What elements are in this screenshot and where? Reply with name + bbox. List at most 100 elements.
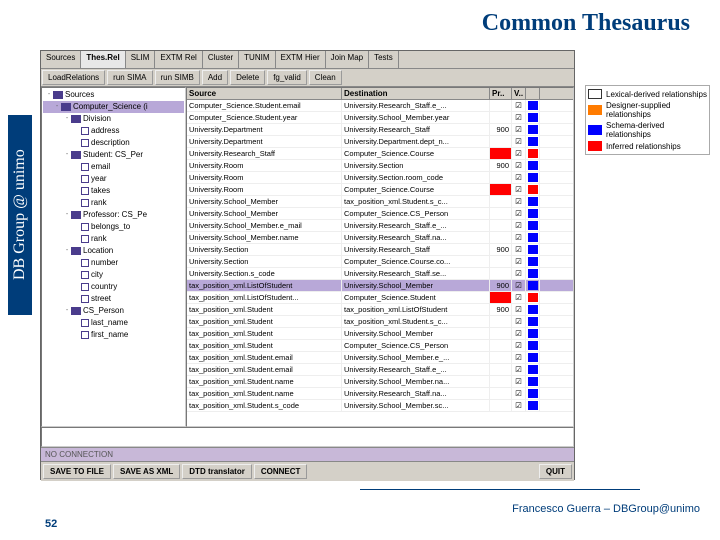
tab-cluster[interactable]: Cluster [203,51,239,68]
table-row[interactable]: University.RoomUniversity.Section900☑ [187,160,573,172]
tree-handle-icon[interactable]: - [63,113,71,125]
tree-handle-icon[interactable]: - [63,245,71,257]
table-row[interactable]: tax_position_xml.Studenttax_position_xml… [187,304,573,316]
cell-valid-checkbox[interactable]: ☑ [512,388,526,399]
button-savetofile[interactable]: SAVE TO FILE [43,464,111,479]
table-row[interactable]: University.DepartmentUniversity.Research… [187,124,573,136]
cell-valid-checkbox[interactable]: ☑ [512,352,526,363]
cell-valid-checkbox[interactable]: ☑ [512,376,526,387]
table-row[interactable]: University.School_Member.e_mailUniversit… [187,220,573,232]
cell-valid-checkbox[interactable]: ☑ [512,136,526,147]
col-source[interactable]: Source [187,88,342,99]
toolbar-delete[interactable]: Delete [230,70,265,85]
quit-button[interactable]: QUIT [539,464,572,479]
table-row[interactable]: University.RoomUniversity.Section.room_c… [187,172,573,184]
tree-item[interactable]: -Sources [43,89,184,101]
table-row[interactable]: University.School_MemberComputer_Science… [187,208,573,220]
tree-item[interactable]: country [43,281,184,293]
table-row[interactable]: tax_position_xml.Student.emailUniversity… [187,364,573,376]
cell-valid-checkbox[interactable]: ☑ [512,148,526,159]
cell-valid-checkbox[interactable]: ☑ [512,280,526,291]
tree-item[interactable]: rank [43,233,184,245]
button-saveasxml[interactable]: SAVE AS XML [113,464,180,479]
tree-handle-icon[interactable]: - [53,101,61,113]
cell-valid-checkbox[interactable]: ☑ [512,292,526,303]
tab-thesrel[interactable]: Thes.Rel [81,51,125,68]
source-tree[interactable]: -Sources-Computer_Science (i-Divisionadd… [41,87,186,427]
tree-item[interactable]: -Student: CS_Per [43,149,184,161]
cell-valid-checkbox[interactable]: ☑ [512,196,526,207]
table-row[interactable]: University.Section.s_codeUniversity.Rese… [187,268,573,280]
tab-tests[interactable]: Tests [369,51,399,68]
col-valid[interactable]: V.. [512,88,526,99]
tree-item[interactable]: year [43,173,184,185]
toolbar-clean[interactable]: Clean [309,70,342,85]
toolbar-runsimb[interactable]: run SIMB [155,70,200,85]
cell-valid-checkbox[interactable]: ☑ [512,340,526,351]
cell-valid-checkbox[interactable]: ☑ [512,208,526,219]
tree-item[interactable]: address [43,125,184,137]
tree-item[interactable]: description [43,137,184,149]
cell-valid-checkbox[interactable]: ☑ [512,304,526,315]
tree-handle-icon[interactable]: - [63,209,71,221]
col-destination[interactable]: Destination [342,88,490,99]
table-row[interactable]: University.Research_StaffComputer_Scienc… [187,148,573,160]
cell-valid-checkbox[interactable]: ☑ [512,256,526,267]
button-dtdtranslator[interactable]: DTD translator [182,464,252,479]
cell-valid-checkbox[interactable]: ☑ [512,316,526,327]
col-priority[interactable]: Pr.. [490,88,512,99]
cell-valid-checkbox[interactable]: ☑ [512,220,526,231]
table-row[interactable]: tax_position_xml.Student.nameUniversity.… [187,376,573,388]
tree-item[interactable]: -CS_Person [43,305,184,317]
cell-valid-checkbox[interactable]: ☑ [512,232,526,243]
toolbar-add[interactable]: Add [202,70,228,85]
table-row[interactable]: University.SectionComputer_Science.Cours… [187,256,573,268]
tree-item[interactable]: -Professor: CS_Pe [43,209,184,221]
tree-item[interactable]: belongs_to [43,221,184,233]
table-row[interactable]: tax_position_xml.Student.nameUniversity.… [187,388,573,400]
relations-grid[interactable]: Source Destination Pr.. V.. Computer_Sci… [186,87,574,427]
table-row[interactable]: University.DepartmentUniversity.Departme… [187,136,573,148]
tree-item[interactable]: first_name [43,329,184,341]
tree-item[interactable]: number [43,257,184,269]
tree-item[interactable]: email [43,161,184,173]
table-row[interactable]: Computer_Science.Student.yearUniversity.… [187,112,573,124]
table-row[interactable]: University.School_Member.nameUniversity.… [187,232,573,244]
cell-valid-checkbox[interactable]: ☑ [512,112,526,123]
tree-item[interactable]: city [43,269,184,281]
tab-joinmap[interactable]: Join Map [326,51,369,68]
tab-tunim[interactable]: TUNIM [239,51,275,68]
table-row[interactable]: tax_position_xml.Student.s_codeUniversit… [187,400,573,412]
tree-item[interactable]: street [43,293,184,305]
table-row[interactable]: tax_position_xml.Studenttax_position_xml… [187,316,573,328]
cell-valid-checkbox[interactable]: ☑ [512,160,526,171]
cell-valid-checkbox[interactable]: ☑ [512,364,526,375]
cell-valid-checkbox[interactable]: ☑ [512,244,526,255]
cell-valid-checkbox[interactable]: ☑ [512,400,526,411]
cell-valid-checkbox[interactable]: ☑ [512,124,526,135]
tree-item[interactable]: -Location [43,245,184,257]
tree-item[interactable]: last_name [43,317,184,329]
tab-sources[interactable]: Sources [41,51,81,68]
toolbar-runsima[interactable]: run SIMA [107,70,152,85]
table-row[interactable]: tax_position_xml.ListOfStudent...Compute… [187,292,573,304]
button-connect[interactable]: CONNECT [254,464,308,479]
table-row[interactable]: tax_position_xml.Student.emailUniversity… [187,352,573,364]
tree-handle-icon[interactable]: - [63,305,71,317]
tree-item[interactable]: -Computer_Science (i [43,101,184,113]
tree-item[interactable]: -Division [43,113,184,125]
tree-handle-icon[interactable]: - [45,89,53,101]
table-row[interactable]: University.RoomComputer_Science.Course☑ [187,184,573,196]
tab-extmrel[interactable]: EXTM Rel [155,51,202,68]
tree-item[interactable]: takes [43,185,184,197]
cell-valid-checkbox[interactable]: ☑ [512,268,526,279]
cell-valid-checkbox[interactable]: ☑ [512,100,526,111]
table-row[interactable]: tax_position_xml.ListOfStudentUniversity… [187,280,573,292]
table-row[interactable]: Computer_Science.Student.emailUniversity… [187,100,573,112]
tab-extmhier[interactable]: EXTM Hier [276,51,326,68]
toolbar-fgvalid[interactable]: fg_valid [267,70,307,85]
col-color[interactable] [526,88,540,99]
cell-valid-checkbox[interactable]: ☑ [512,172,526,183]
table-row[interactable]: tax_position_xml.StudentComputer_Science… [187,340,573,352]
tab-slim[interactable]: SLIM [126,51,156,68]
